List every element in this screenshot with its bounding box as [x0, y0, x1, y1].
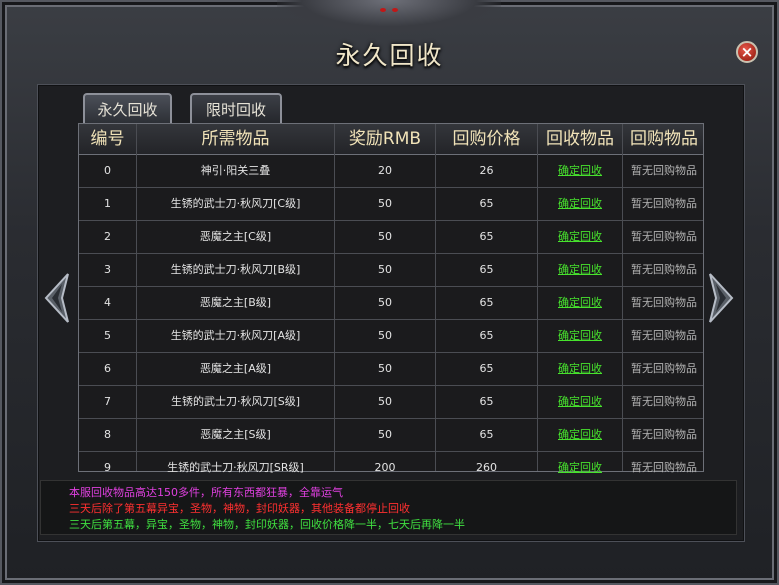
row-reward: 50 [378, 197, 392, 210]
row-reward: 50 [378, 263, 392, 276]
confirm-recycle-link: 确定回收 [538, 287, 622, 319]
row-reward: 50 [378, 329, 392, 342]
window-title: 永久回收 [335, 41, 444, 70]
confirm-recycle-link: 确定回收 [538, 320, 622, 352]
buyback-status: 暂无回购物品 [631, 428, 697, 441]
confirm-recycle-link: 确定回收 [538, 155, 622, 187]
table-header: 编号 所需物品 奖励RMB 回购价格 回收物品 回购物品 [79, 124, 703, 155]
row-id: 1 [104, 197, 111, 210]
confirm-recycle-button[interactable]: 确定回收 [558, 395, 602, 408]
row-id: 6 [104, 362, 111, 375]
table-row: 1 生锈的武士刀·秋风刀[C级] 50 65 确定回收 暂无回购物品 [79, 188, 703, 221]
col-reward: 奖励RMB [348, 129, 422, 149]
confirm-recycle-link: 确定回收 [538, 386, 622, 418]
table-row: 2 恶魔之主[C级] 50 65 确定回收 暂无回购物品 [79, 221, 703, 254]
buyback-status: 暂无回购物品 [631, 296, 697, 309]
confirm-recycle-button[interactable]: 确定回收 [558, 362, 602, 375]
notice-line: 三天后除了第五幕异宝，圣物，神物，封印妖器，其他装备都停止回收 [69, 502, 410, 515]
confirm-recycle-link: 确定回收 [538, 221, 622, 253]
buyback-status: 暂无回购物品 [631, 362, 697, 375]
buyback-status: 暂无回购物品 [631, 164, 697, 177]
row-item: 生锈的武士刀·秋风刀[S级] [170, 395, 301, 408]
row-id: 2 [104, 230, 111, 243]
row-price: 65 [479, 395, 494, 408]
row-reward: 50 [378, 395, 392, 408]
row-item: 生锈的武士刀·秋风刀[A级] [170, 329, 301, 342]
col-buyback-price: 回购价格 [452, 129, 521, 149]
confirm-recycle-button[interactable]: 确定回收 [558, 296, 602, 309]
confirm-recycle-link: 确定回收 [538, 254, 622, 286]
row-reward: 50 [378, 362, 392, 375]
table-row: 6 恶魔之主[A级] 50 65 确定回收 暂无回购物品 [79, 353, 703, 386]
table-row: 8 恶魔之主[S级] 50 65 确定回收 暂无回购物品 [79, 419, 703, 452]
table-row: 3 生锈的武士刀·秋风刀[B级] 50 65 确定回收 暂无回购物品 [79, 254, 703, 287]
notice-box: 本服回收物品高达150多件，所有东西都狂暴，全靠运气 三天后除了第五幕异宝，圣物… [40, 480, 737, 535]
arrow-right-icon[interactable] [708, 272, 734, 324]
confirm-recycle-button[interactable]: 确定回收 [558, 164, 602, 177]
row-item: 恶魔之主[C级] [199, 230, 272, 243]
table-row: 5 生锈的武士刀·秋风刀[A级] 50 65 确定回收 暂无回购物品 [79, 320, 703, 353]
row-reward: 50 [378, 428, 392, 441]
buyback-status: 暂无回购物品 [631, 230, 697, 243]
row-id: 3 [104, 263, 111, 276]
row-id: 8 [104, 428, 111, 441]
row-price: 65 [479, 362, 494, 375]
row-reward: 50 [378, 230, 392, 243]
row-item: 恶魔之主[B级] [199, 296, 272, 309]
confirm-recycle-button[interactable]: 确定回收 [558, 197, 602, 210]
table-row: 0 神引·阳关三叠 20 26 确定回收 暂无回购物品 [79, 155, 703, 188]
confirm-recycle-button[interactable]: 确定回收 [558, 263, 602, 276]
buyback-status: 暂无回购物品 [631, 263, 697, 276]
row-item: 恶魔之主[A级] [199, 362, 272, 375]
buyback-status: 暂无回购物品 [631, 329, 697, 342]
close-icon[interactable]: × [736, 41, 758, 63]
row-price: 65 [479, 230, 494, 243]
row-price: 26 [479, 164, 494, 177]
row-reward: 20 [378, 164, 392, 177]
row-price: 65 [479, 329, 494, 342]
confirm-recycle-button[interactable]: 确定回收 [558, 329, 602, 342]
recycle-table: 编号 所需物品 奖励RMB 回购价格 回收物品 回购物品 0 神引·阳关三叠 20 2… [78, 123, 704, 474]
col-item: 所需物品 [201, 129, 270, 149]
table-row: 7 生锈的武士刀·秋风刀[S级] 50 65 确定回收 暂无回购物品 [79, 386, 703, 419]
row-id: 7 [104, 395, 111, 408]
arrow-left-icon[interactable] [44, 272, 70, 324]
buyback-status: 暂无回购物品 [631, 197, 697, 210]
tab-permanent-recycle[interactable]: 永久回收 [83, 93, 172, 123]
table-body: 0 神引·阳关三叠 20 26 确定回收 暂无回购物品 1 生锈的武士刀·秋风刀[C级] 50 6… [79, 155, 703, 484]
row-price: 65 [479, 428, 494, 441]
buyback-status: 暂无回购物品 [631, 395, 697, 408]
confirm-recycle-link: 确定回收 [538, 419, 622, 451]
col-buyback-item: 回购物品 [630, 129, 698, 149]
row-id: 5 [104, 329, 111, 342]
skull-crest-icon [277, 0, 501, 34]
notice-line: 本服回收物品高达150多件，所有东西都狂暴，全靠运气 [69, 486, 343, 499]
row-reward: 50 [378, 296, 392, 309]
crest-eye-right [392, 8, 398, 12]
notice-line: 三天后第五幕，异宝，圣物，神物，封印妖器，回收价格降一半，七天后再降一半 [69, 518, 465, 531]
row-item: 恶魔之主[S级] [200, 428, 271, 441]
row-price: 65 [479, 263, 494, 276]
row-price: 65 [479, 197, 494, 210]
confirm-recycle-button[interactable]: 确定回收 [558, 461, 602, 474]
confirm-recycle-button[interactable]: 确定回收 [558, 230, 602, 243]
confirm-recycle-link: 确定回收 [538, 188, 622, 220]
col-id: 编号 [90, 129, 125, 149]
crest-eye-left [380, 8, 386, 12]
row-id: 4 [104, 296, 111, 309]
confirm-recycle-button[interactable]: 确定回收 [558, 428, 602, 441]
row-price: 65 [479, 296, 494, 309]
col-recycle: 回收物品 [546, 129, 614, 149]
confirm-recycle-link: 确定回收 [538, 353, 622, 385]
table-row: 4 恶魔之主[B级] 50 65 确定回收 暂无回购物品 [79, 287, 703, 320]
tab-limited-recycle[interactable]: 限时回收 [190, 93, 282, 123]
row-id: 0 [104, 164, 111, 177]
row-item: 生锈的武士刀·秋风刀[B级] [170, 263, 301, 276]
row-item: 生锈的武士刀·秋风刀[C级] [170, 197, 301, 210]
row-item: 神引·阳关三叠 [200, 164, 271, 177]
